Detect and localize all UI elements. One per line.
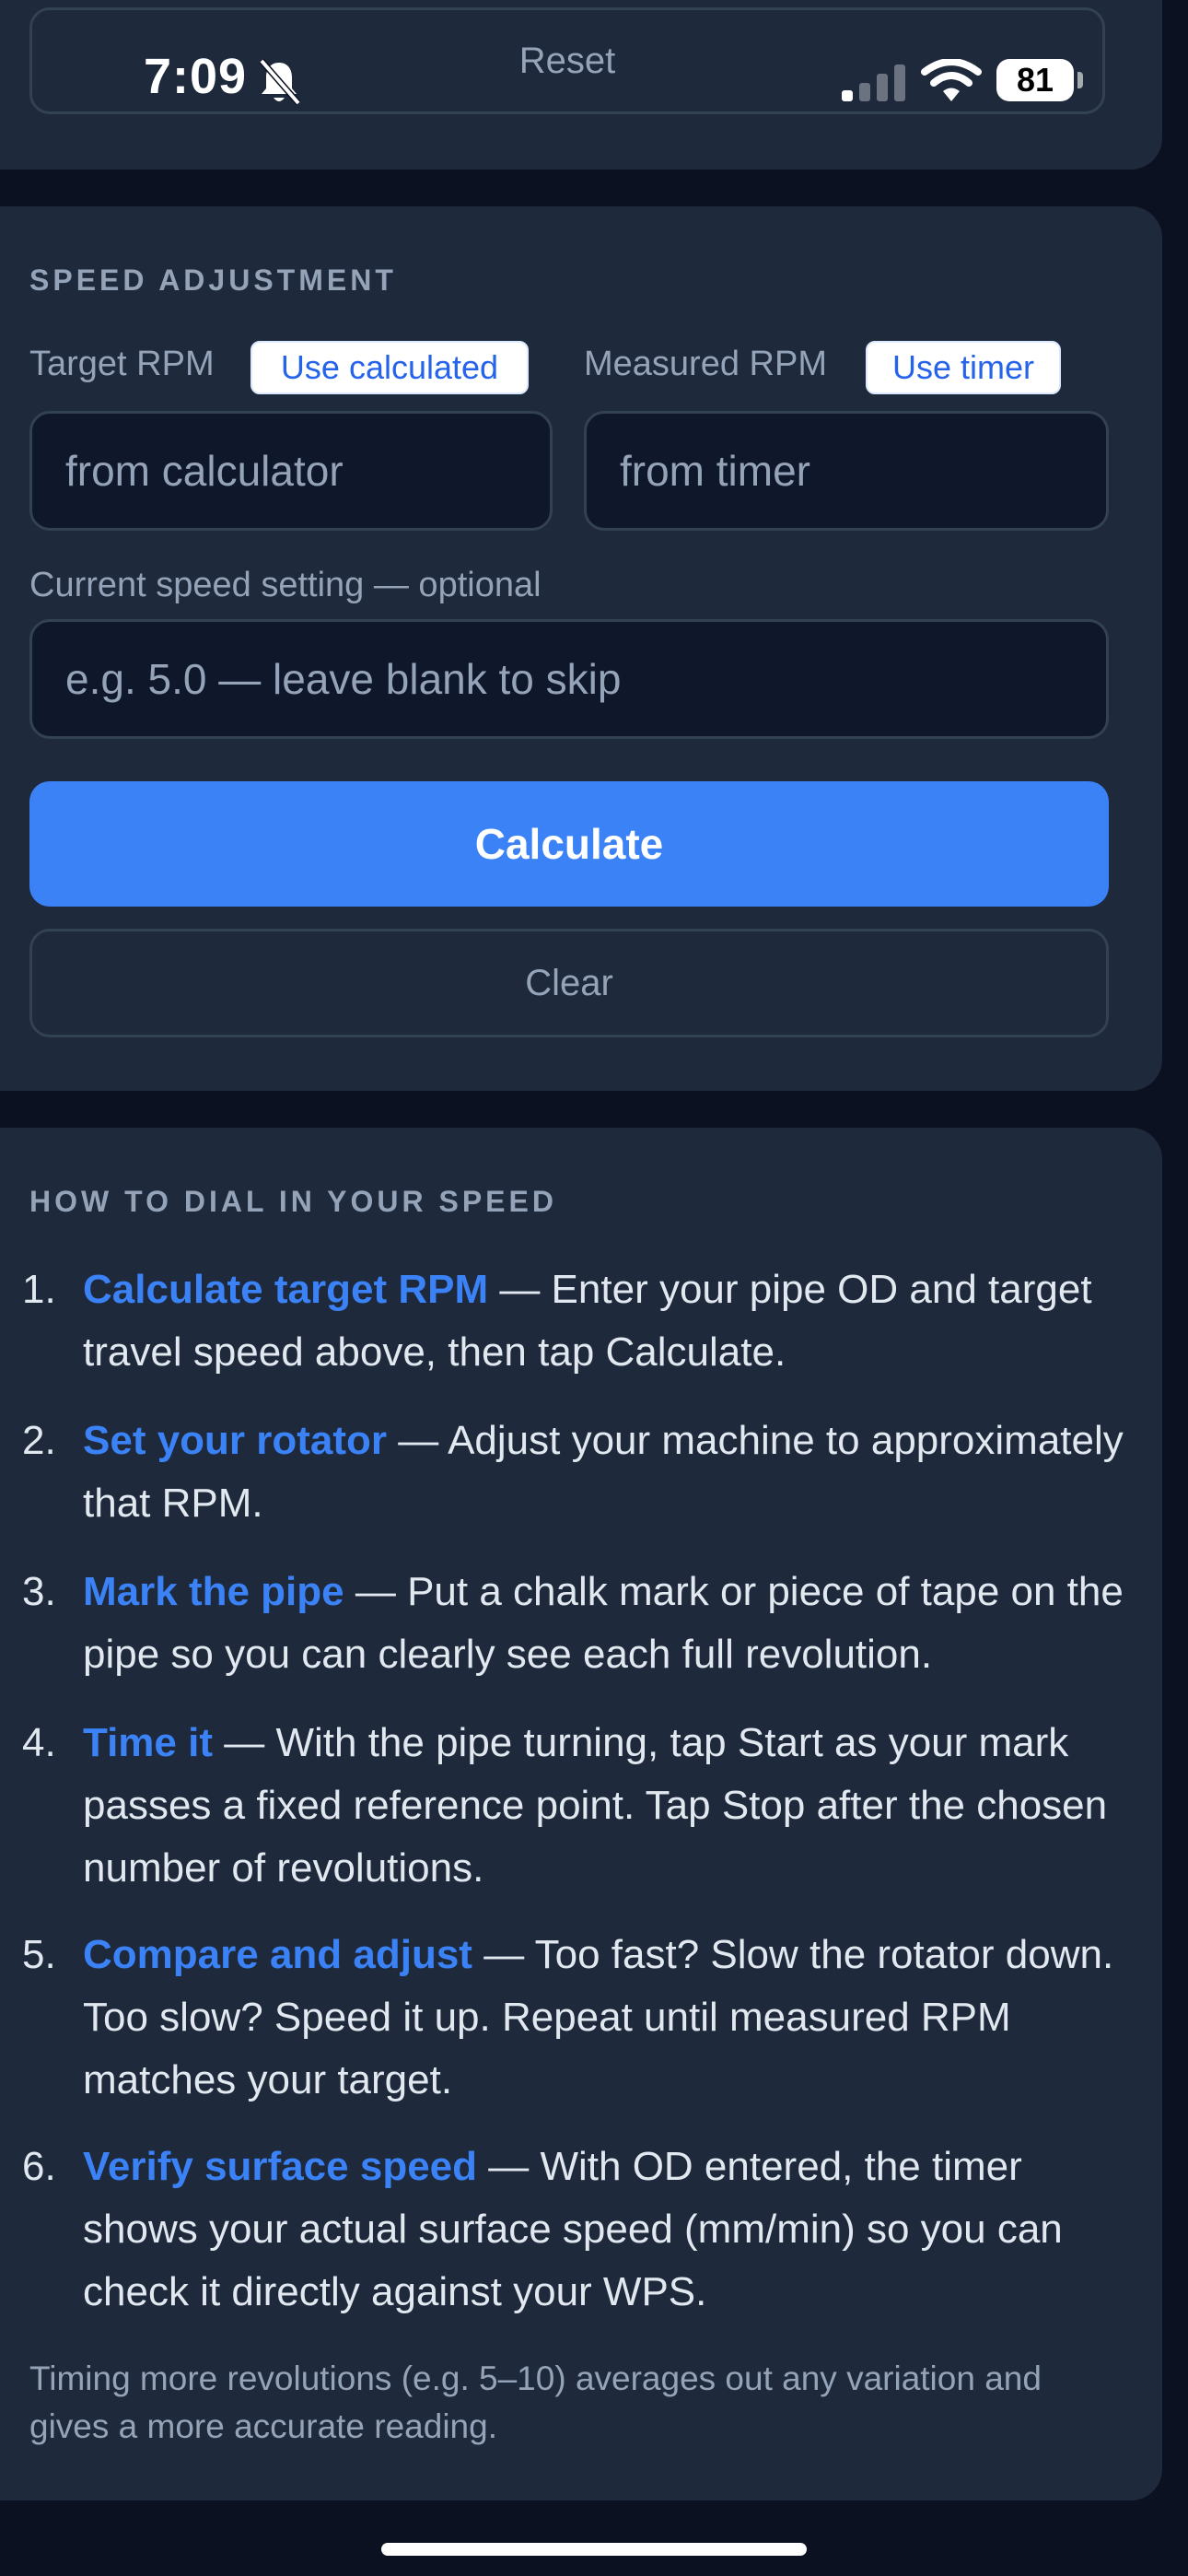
use-calculated-button[interactable]: Use calculated [250,341,529,394]
measured-rpm-label: Measured RPM [584,345,827,383]
step-number: 2. [22,1418,56,1463]
step-number: 5. [22,1932,56,1977]
clear-button[interactable]: Clear [29,929,1109,1037]
how-to-heading: HOW TO DIAL IN YOUR SPEED [29,1185,557,1218]
step-text: — With the pipe turning, tap Start as yo… [83,1720,1108,1891]
step-title: Mark the pipe [83,1569,344,1614]
current-speed-input[interactable] [29,619,1109,739]
tip-note: Timing more revolutions (e.g. 5–10) aver… [29,2359,1042,2445]
wifi-icon [921,59,982,101]
section-heading: SPEED ADJUSTMENT [29,263,397,297]
calculate-button[interactable]: Calculate [29,781,1109,907]
home-indicator[interactable] [381,2543,807,2556]
step-number: 3. [22,1569,56,1614]
battery-icon: 81 [996,59,1074,101]
battery-cap [1077,72,1083,88]
step-number: 6. [22,2144,56,2189]
step-title: Time it [83,1720,214,1765]
step-title: Calculate target RPM [83,1267,489,1312]
use-timer-button[interactable]: Use timer [866,341,1061,394]
step-title: Set your rotator [83,1418,388,1463]
status-time: 7:09 [144,49,248,104]
measured-rpm-input[interactable] [584,411,1109,531]
step-number: 4. [22,1720,56,1765]
target-rpm-label: Target RPM [29,345,215,383]
target-rpm-input[interactable] [29,411,553,531]
step-title: Verify surface speed [83,2144,478,2189]
bell-slash-icon [259,58,301,106]
signal-icon [842,64,905,101]
step-title: Compare and adjust [83,1932,472,1977]
step-number: 1. [22,1267,56,1312]
current-speed-label: Current speed setting — optional [29,566,542,604]
